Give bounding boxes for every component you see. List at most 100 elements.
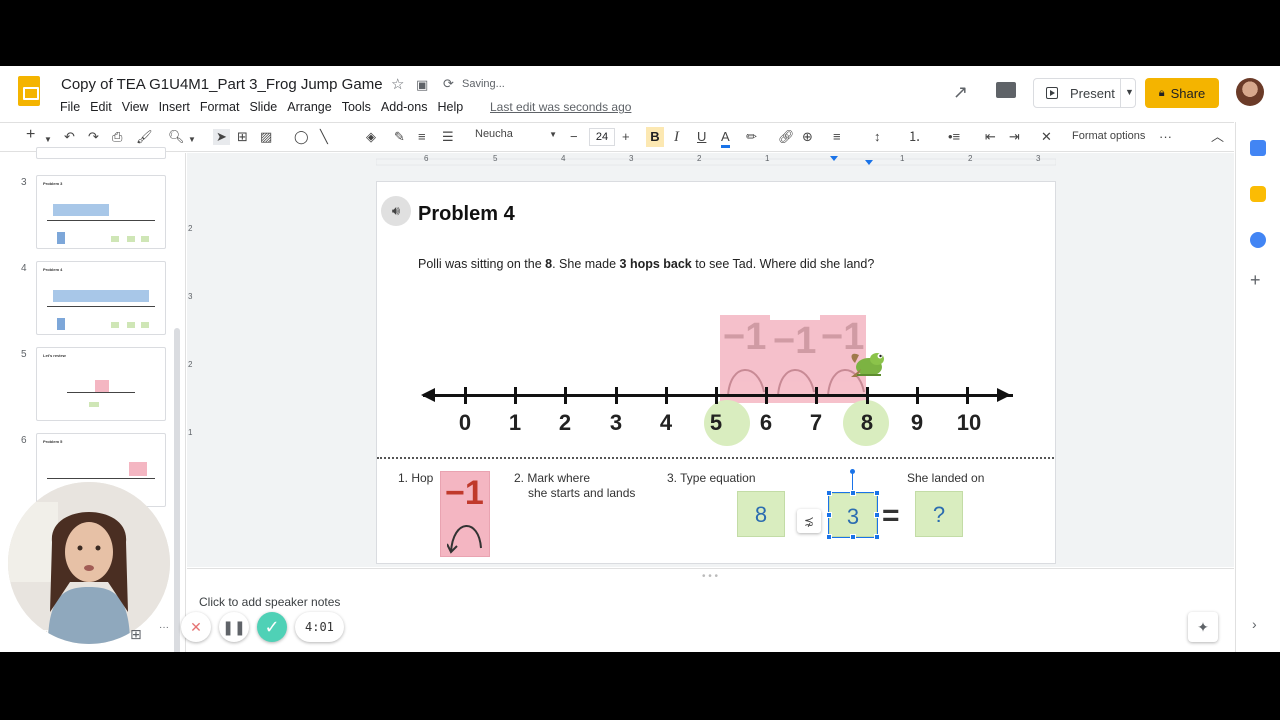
clear-formatting-icon[interactable]: ✕ bbox=[1041, 129, 1052, 145]
indent-marker[interactable] bbox=[830, 156, 838, 161]
filmstrip-scrollbar[interactable] bbox=[174, 328, 180, 652]
document-title[interactable]: Copy of TEA G1U4M1_Part 3_Frog Jump Game bbox=[61, 76, 383, 93]
speaker-notes[interactable]: • • • Click to add speaker notes bbox=[187, 568, 1234, 652]
get-addons-icon[interactable]: + bbox=[1250, 270, 1261, 291]
add-comment-icon[interactable]: ⊕ bbox=[802, 129, 813, 145]
zoom-icon[interactable]: 🔍︎ bbox=[168, 129, 185, 145]
layout-icon[interactable]: ⊞ bbox=[130, 626, 142, 643]
resize-handle[interactable] bbox=[874, 534, 880, 540]
equation-result-box[interactable]: ? bbox=[915, 491, 963, 537]
underline-button[interactable]: U bbox=[697, 129, 706, 145]
print-icon[interactable]: ⎙ bbox=[112, 129, 122, 145]
speaker-notes-placeholder[interactable]: Click to add speaker notes bbox=[199, 595, 340, 609]
slide-thumbnail-5[interactable]: Let's review bbox=[36, 347, 166, 421]
resize-handle[interactable] bbox=[874, 512, 880, 518]
increase-indent-icon[interactable]: ⇥ bbox=[1009, 129, 1020, 145]
indent-marker[interactable] bbox=[865, 160, 873, 165]
tasks-icon[interactable] bbox=[1250, 232, 1266, 248]
line-spacing-icon[interactable]: ↕ bbox=[874, 129, 881, 145]
equation-subtract-input[interactable]: 3 bbox=[828, 492, 878, 538]
menu-insert[interactable]: Insert bbox=[159, 100, 196, 114]
menu-arrange[interactable]: Arrange bbox=[287, 100, 337, 114]
move-folder-icon[interactable]: ▣ bbox=[416, 77, 428, 93]
highlight-color-icon[interactable]: ✏︎ bbox=[746, 129, 757, 145]
finish-recording-button[interactable]: ✓ bbox=[257, 612, 287, 642]
star-icon[interactable]: ☆ bbox=[391, 75, 404, 93]
slide-canvas[interactable]: 🔊︎ Problem 4 Polli was sitting on the 8.… bbox=[376, 181, 1056, 564]
text-color-button[interactable]: A bbox=[721, 129, 730, 148]
decrease-font-icon[interactable]: − bbox=[570, 129, 578, 145]
minus-one-card[interactable]: −1 bbox=[440, 471, 490, 557]
align-icon[interactable]: ≡ bbox=[833, 129, 841, 145]
slide-thumbnail-3[interactable]: Problem 3 bbox=[36, 175, 166, 249]
border-color-icon[interactable]: ✎ bbox=[394, 129, 405, 145]
undo-icon[interactable]: ↶ bbox=[64, 129, 75, 145]
present-button[interactable]: Present ▼ bbox=[1033, 78, 1136, 108]
menu-file[interactable]: File bbox=[60, 100, 86, 114]
expand-panel-icon[interactable]: › bbox=[1252, 616, 1257, 632]
redo-icon[interactable]: ↷ bbox=[88, 129, 99, 145]
resize-handle[interactable] bbox=[826, 490, 832, 496]
new-slide-icon[interactable]: + bbox=[26, 127, 35, 143]
shape-icon[interactable]: ◯ bbox=[294, 129, 309, 145]
menu-help[interactable]: Help bbox=[437, 100, 469, 114]
menu-tools[interactable]: Tools bbox=[342, 100, 377, 114]
select-icon[interactable]: ➤ bbox=[213, 129, 230, 145]
format-options-button[interactable]: Format options bbox=[1072, 130, 1145, 142]
more-options-icon[interactable]: ··· bbox=[1159, 129, 1172, 145]
menu-format[interactable]: Format bbox=[200, 100, 246, 114]
cancel-recording-button[interactable]: ✕ bbox=[181, 612, 211, 642]
activity-trend-icon[interactable]: ↗ bbox=[953, 82, 968, 103]
keep-icon[interactable] bbox=[1250, 186, 1266, 202]
calendar-icon[interactable] bbox=[1250, 140, 1266, 156]
menu-slide[interactable]: Slide bbox=[249, 100, 283, 114]
font-size-input[interactable]: 24 bbox=[589, 128, 615, 146]
menu-addons[interactable]: Add-ons bbox=[381, 100, 434, 114]
explore-icon[interactable]: ✦ bbox=[1188, 612, 1218, 642]
present-dropdown-icon[interactable]: ▼ bbox=[1125, 87, 1134, 97]
slides-logo-icon[interactable] bbox=[18, 76, 40, 106]
resize-handle[interactable] bbox=[850, 490, 856, 496]
last-edit-link[interactable]: Last edit was seconds ago bbox=[490, 100, 631, 114]
numbered-list-icon[interactable]: ⒈ bbox=[908, 129, 921, 145]
slide-thumbnail-2[interactable] bbox=[36, 147, 166, 159]
paint-format-icon[interactable]: 🖌︎ bbox=[136, 129, 153, 145]
border-weight-icon[interactable]: ≡ bbox=[418, 129, 426, 145]
problem-text[interactable]: Polli was sitting on the 8. She made 3 h… bbox=[418, 257, 874, 271]
equation-start-box[interactable]: 8 bbox=[737, 491, 785, 537]
increase-font-icon[interactable]: + bbox=[622, 129, 630, 145]
more-options-icon[interactable]: ··· bbox=[155, 612, 173, 642]
pause-recording-button[interactable]: ❚❚ bbox=[219, 612, 249, 642]
grid-view-icon[interactable]: ▦ bbox=[36, 626, 49, 643]
frog-icon[interactable] bbox=[847, 347, 887, 381]
border-dash-icon[interactable]: ☰ bbox=[442, 129, 454, 145]
resize-handle[interactable] bbox=[850, 534, 856, 540]
minus-sign-icon[interactable]: ⋨ bbox=[797, 509, 821, 533]
slide-thumbnail-4[interactable]: Problem 4 bbox=[36, 261, 166, 335]
notes-resize-handle[interactable]: • • • bbox=[702, 571, 718, 582]
account-avatar[interactable] bbox=[1236, 78, 1264, 106]
comment-icon[interactable] bbox=[996, 82, 1016, 98]
link-icon[interactable]: 🔗︎ bbox=[778, 129, 795, 145]
resize-handle[interactable] bbox=[826, 512, 832, 518]
slide-title[interactable]: Problem 4 bbox=[418, 203, 515, 226]
zoom-dropdown-icon[interactable]: ▼ bbox=[188, 132, 196, 148]
share-button[interactable]: 🔒︎ Share bbox=[1145, 78, 1219, 108]
textbox-icon[interactable]: ⊞ bbox=[237, 129, 248, 145]
resize-handle[interactable] bbox=[826, 534, 832, 540]
bold-button[interactable]: B bbox=[646, 127, 664, 147]
webcam-bubble[interactable] bbox=[8, 482, 170, 644]
new-slide-dropdown-icon[interactable]: ▼ bbox=[44, 132, 52, 148]
resize-handle[interactable] bbox=[874, 490, 880, 496]
italic-button[interactable]: I bbox=[674, 129, 679, 145]
bulleted-list-icon[interactable]: •≡ bbox=[948, 129, 960, 145]
line-icon[interactable]: ╲ bbox=[320, 129, 328, 145]
rotate-handle[interactable] bbox=[850, 469, 855, 474]
collapse-toolbar-icon[interactable]: ︿ bbox=[1211, 129, 1224, 145]
menu-edit[interactable]: Edit bbox=[90, 100, 118, 114]
font-select[interactable]: Neucha ▼ bbox=[475, 128, 561, 140]
image-icon[interactable]: ▨ bbox=[260, 129, 272, 145]
fill-color-icon[interactable]: ◈ bbox=[366, 129, 376, 145]
audio-speaker-icon[interactable]: 🔊︎ bbox=[381, 196, 411, 226]
decrease-indent-icon[interactable]: ⇤ bbox=[985, 129, 996, 145]
